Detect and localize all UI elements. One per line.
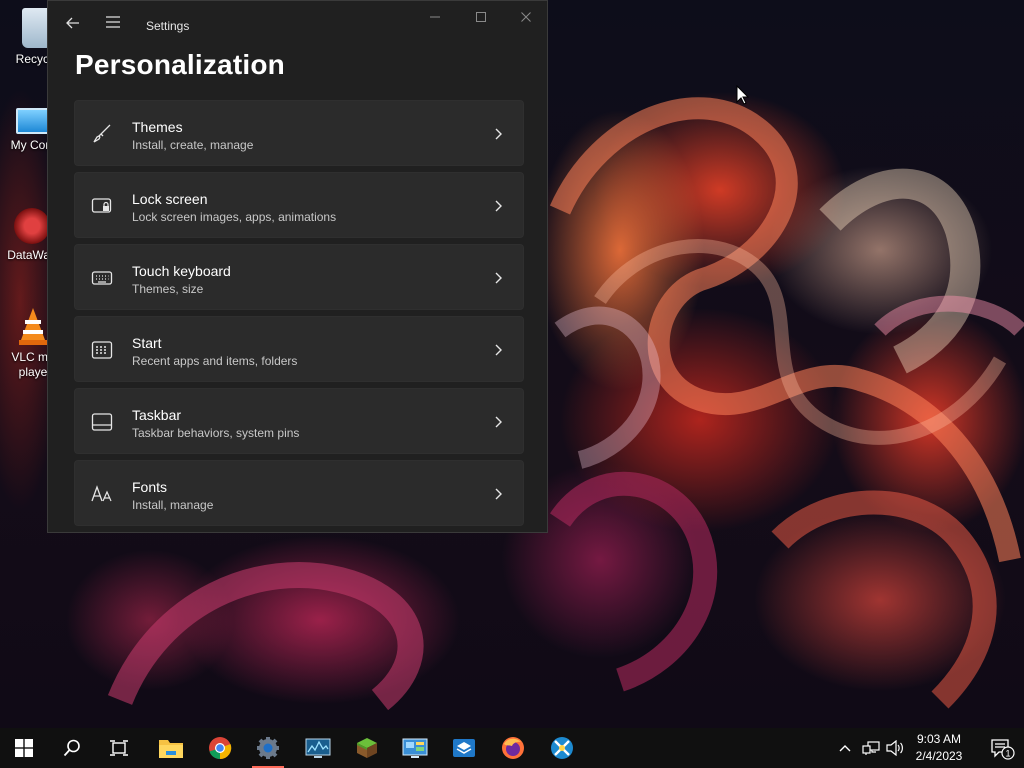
chevron-right-icon	[493, 270, 505, 286]
setting-subtitle: Taskbar behaviors, system pins	[132, 426, 300, 440]
tray-overflow-chevron[interactable]	[838, 728, 852, 768]
back-arrow-icon[interactable]	[63, 15, 83, 35]
taskbar-app-resource-monitor[interactable]	[296, 728, 340, 768]
close-icon[interactable]	[511, 9, 541, 29]
monitor-chart-icon	[305, 738, 331, 758]
mouse-cursor-icon	[736, 84, 750, 110]
taskbar-icon	[91, 411, 113, 433]
taskbar: 9:03 AM 2/4/2023 1	[0, 728, 1024, 768]
setting-title: Lock screen	[132, 191, 208, 207]
setting-item-lock-screen[interactable]: Lock screen Lock screen images, apps, an…	[74, 172, 524, 238]
chevron-right-icon	[493, 198, 505, 214]
setting-item-start[interactable]: Start Recent apps and items, folders	[74, 316, 524, 382]
brush-icon	[91, 123, 113, 145]
clock[interactable]: 9:03 AM 2/4/2023	[908, 731, 970, 765]
setting-item-themes[interactable]: Themes Install, create, manage	[74, 100, 524, 166]
maximize-icon[interactable]	[466, 9, 496, 29]
chrome-icon	[209, 737, 232, 760]
lock-screen-icon	[91, 195, 113, 217]
taskbar-app-package[interactable]	[442, 728, 486, 768]
setting-subtitle: Install, create, manage	[132, 138, 254, 152]
search-icon	[63, 739, 80, 757]
page-title: Personalization	[75, 49, 285, 80]
taskbar-app-firefox[interactable]	[491, 728, 535, 768]
taskbar-app-settings[interactable]	[246, 728, 290, 768]
chevron-right-icon	[493, 414, 505, 430]
chevron-right-icon	[493, 342, 505, 358]
setting-title: Taskbar	[132, 407, 182, 423]
speaker-icon	[886, 740, 903, 756]
gear-icon	[257, 737, 279, 759]
search-button[interactable]	[50, 728, 94, 768]
setting-item-fonts[interactable]: Fonts Install, manage	[74, 460, 524, 526]
setting-title: Start	[132, 335, 162, 351]
tray-volume[interactable]	[886, 728, 904, 768]
compass-tool-icon	[551, 737, 573, 759]
task-view-button[interactable]	[97, 728, 141, 768]
setting-title: Fonts	[132, 479, 168, 495]
clock-date: 2/4/2023	[915, 749, 963, 763]
setting-subtitle: Install, manage	[132, 498, 214, 512]
fonts-icon	[91, 483, 113, 505]
taskbar-app-tool[interactable]	[540, 728, 584, 768]
clock-time: 9:03 AM	[916, 732, 962, 746]
package-icon	[453, 739, 475, 757]
window-title: Settings	[146, 19, 190, 33]
folder-icon	[159, 740, 183, 758]
setting-item-touch-keyboard[interactable]: Touch keyboard Themes, size	[74, 244, 524, 310]
hamburger-menu-icon[interactable]	[103, 15, 123, 35]
setting-subtitle: Lock screen images, apps, animations	[132, 210, 337, 224]
window-titlebar[interactable]: Settings	[48, 1, 547, 51]
settings-list: Themes Install, create, manage Lock scre…	[74, 100, 524, 532]
grass-block-icon	[357, 738, 377, 758]
notification-center-button[interactable]: 1	[990, 738, 1016, 767]
chevron-right-icon	[493, 126, 505, 142]
tray-network[interactable]	[862, 728, 880, 768]
network-icon	[862, 741, 880, 755]
setting-subtitle: Recent apps and items, folders	[132, 354, 298, 368]
start-menu-icon	[91, 339, 113, 361]
setting-item-taskbar[interactable]: Taskbar Taskbar behaviors, system pins	[74, 388, 524, 454]
windows-logo-icon	[15, 739, 33, 757]
taskbar-app-control-panel[interactable]	[393, 728, 437, 768]
taskbar-app-file-explorer[interactable]	[149, 728, 193, 768]
datawag-icon	[14, 208, 50, 244]
taskbar-app-minecraft[interactable]	[345, 728, 389, 768]
chevron-right-icon	[493, 486, 505, 502]
settings-window: Settings Personalization Themes Install,…	[47, 0, 548, 533]
keyboard-icon	[91, 267, 113, 289]
firefox-icon	[502, 737, 524, 759]
notification-icon: 1	[991, 739, 1015, 760]
computer-icon	[16, 108, 50, 134]
vlc-icon	[18, 306, 48, 346]
setting-subtitle: Themes, size	[132, 282, 204, 296]
control-panel-icon	[402, 738, 428, 758]
task-view-icon	[110, 740, 128, 756]
chevron-up-icon	[839, 745, 851, 752]
minimize-icon[interactable]	[420, 9, 450, 29]
start-button[interactable]	[2, 728, 46, 768]
setting-title: Themes	[132, 119, 183, 135]
setting-title: Touch keyboard	[132, 263, 231, 279]
notification-count: 1	[1005, 749, 1010, 759]
taskbar-app-chrome[interactable]	[198, 728, 242, 768]
